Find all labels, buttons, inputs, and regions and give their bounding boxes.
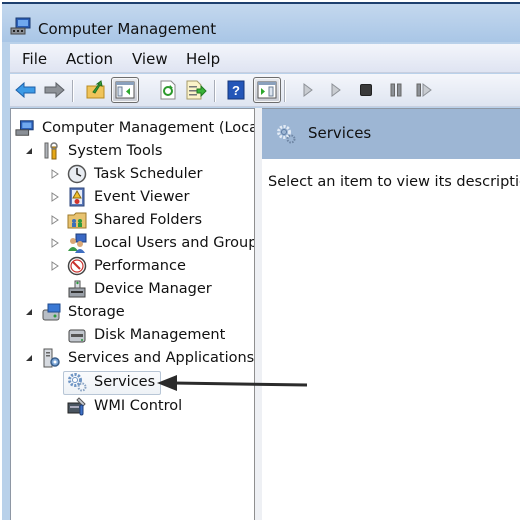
window-title: Computer Management [38, 20, 217, 38]
tree-item-label: Performance [94, 258, 186, 274]
details-header: Services [262, 109, 520, 159]
collapsed-toggle-icon[interactable] [49, 168, 61, 180]
tree-item-storage[interactable]: Storage [23, 301, 125, 323]
refresh-icon [160, 80, 176, 100]
users-icon [68, 233, 87, 253]
restart-icon [416, 83, 432, 97]
gear-icon [68, 373, 87, 392]
stop-icon [360, 84, 372, 96]
export-list-icon [186, 80, 207, 100]
help-button[interactable]: ? [224, 78, 248, 102]
details-title: Services [308, 124, 372, 142]
wmi-control-icon [67, 397, 86, 416]
pause-icon [390, 83, 402, 97]
tree-item-computer-management[interactable]: Computer Management (Local [15, 117, 254, 139]
tree-item-label: Device Manager [94, 281, 212, 297]
menu-help[interactable]: Help [186, 50, 220, 68]
tree-item-services[interactable]: Services [63, 371, 162, 395]
collapsed-toggle-icon[interactable] [49, 214, 61, 226]
menu-action[interactable]: Action [66, 50, 113, 68]
action-pane-icon [257, 81, 277, 99]
toolbar-separator [284, 80, 285, 102]
tree-item-label: Event Viewer [94, 189, 190, 205]
forward-arrow-icon [44, 81, 65, 99]
expanded-toggle-icon[interactable] [23, 145, 35, 157]
tree-item-shared-folders[interactable]: Shared Folders [49, 209, 202, 231]
tree-item-label: Shared Folders [94, 212, 203, 228]
computer-management-window: Computer Management File Action View Hel… [2, 2, 520, 520]
toolbar: ? [10, 74, 520, 107]
console-tree-icon [115, 81, 135, 99]
clock-icon [67, 164, 87, 184]
forward-button[interactable] [42, 78, 66, 102]
help-icon: ? [227, 80, 245, 100]
tree-item-label: WMI Control [94, 398, 183, 414]
show-hide-action-pane-button[interactable] [253, 77, 281, 103]
tree-item-wmi-control[interactable]: WMI Control [67, 395, 182, 417]
menu-bar: File Action View Help [10, 44, 520, 73]
play-icon [331, 83, 341, 97]
tree-item-label: Services [94, 374, 156, 390]
tree-item-label: Disk Management [94, 327, 226, 343]
system-tools-icon [44, 142, 58, 160]
tree-item-system-tools[interactable]: System Tools [23, 140, 162, 162]
computer-management-icon [10, 17, 31, 35]
annotation-arrow [157, 375, 308, 391]
tree-item-task-scheduler[interactable]: Task Scheduler [49, 163, 203, 185]
tree-item-local-users-and-groups[interactable]: Local Users and Groups [49, 232, 254, 254]
up-one-level-button[interactable] [84, 78, 108, 102]
storage-icon [42, 303, 61, 321]
toolbar-separator [214, 80, 215, 102]
device-manager-icon [68, 280, 86, 298]
shared-folder-icon [67, 212, 87, 229]
computer-management-icon [15, 120, 34, 136]
description-prompt: Select an item to view its description [268, 174, 520, 190]
expanded-toggle-icon[interactable] [23, 352, 35, 364]
tree-item-device-manager[interactable]: Device Manager [67, 278, 212, 300]
tree-item-label: Services and Applications [68, 350, 254, 366]
export-list-button[interactable] [184, 78, 208, 102]
collapsed-toggle-icon[interactable] [49, 237, 61, 249]
tree-item-disk-management[interactable]: Disk Management [67, 324, 225, 346]
restart-service-button[interactable] [412, 78, 436, 102]
svg-text:?: ? [232, 83, 240, 98]
title-bar: Computer Management [2, 4, 520, 42]
details-pane: Services Select an item to view its desc… [262, 108, 520, 520]
tree-item-label: Local Users and Groups [94, 235, 254, 251]
tree-item-event-viewer[interactable]: Event Viewer [49, 186, 189, 208]
tree-item-label: Storage [68, 304, 125, 320]
back-arrow-icon [15, 81, 36, 99]
play-icon [303, 83, 313, 97]
start-service-button[interactable] [296, 78, 320, 102]
performance-gauge-icon [67, 256, 87, 276]
expanded-toggle-icon[interactable] [23, 306, 35, 318]
start-service-alt-button[interactable] [324, 78, 348, 102]
toolbar-separator [72, 80, 73, 102]
menu-file[interactable]: File [22, 50, 47, 68]
menu-view[interactable]: View [132, 50, 168, 68]
tree-item-label: System Tools [68, 143, 163, 159]
folder-up-icon [86, 80, 105, 99]
event-viewer-icon [69, 187, 85, 207]
gear-icon [277, 125, 296, 144]
tree-item-services-and-applications[interactable]: Services and Applications [23, 347, 254, 369]
disk-management-icon [68, 329, 86, 343]
services-apps-icon [43, 348, 60, 368]
tree-item-label: Task Scheduler [94, 166, 203, 182]
collapsed-toggle-icon[interactable] [49, 260, 61, 272]
back-button[interactable] [14, 78, 38, 102]
stop-service-button[interactable] [354, 78, 378, 102]
tree-item-performance[interactable]: Performance [49, 255, 186, 277]
pause-service-button[interactable] [384, 78, 408, 102]
show-hide-console-tree-button[interactable] [111, 77, 139, 103]
console-tree-pane: Computer Management (Local System Tools … [10, 108, 254, 520]
refresh-button[interactable] [156, 78, 180, 102]
tree-item-label: Computer Management (Local [42, 120, 254, 136]
collapsed-toggle-icon[interactable] [49, 191, 61, 203]
